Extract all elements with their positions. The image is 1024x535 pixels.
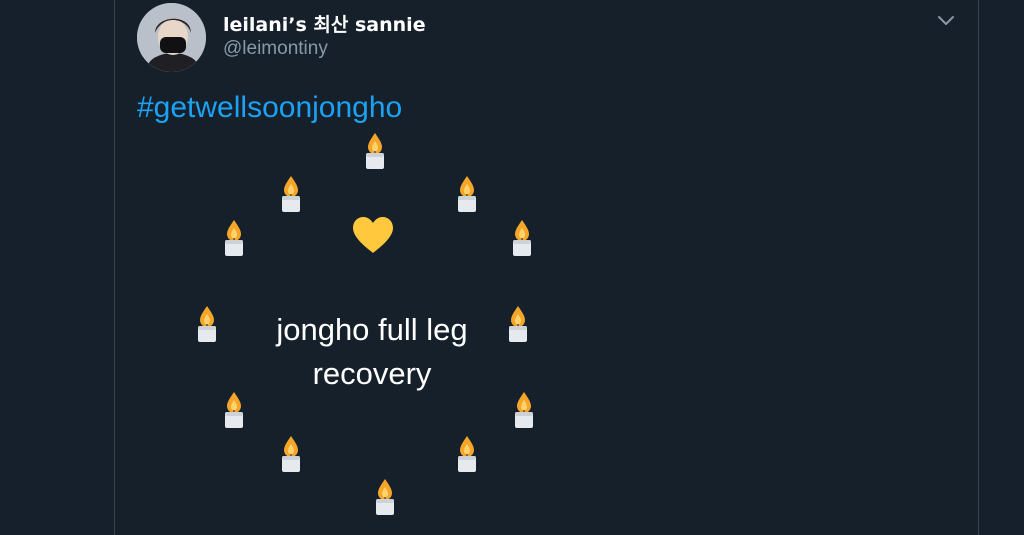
avatar-image [137, 3, 206, 72]
message-line: jongho full leg [276, 312, 468, 347]
author-handle[interactable]: @leimontiny [223, 38, 328, 60]
candle-icon [454, 435, 480, 473]
candle-icon [278, 435, 304, 473]
author-name[interactable]: leilani’s 최산 sannie [223, 10, 426, 37]
hashtag-link[interactable]: #getwellsoonjongho [137, 91, 402, 125]
candle-icon [454, 175, 480, 213]
candle-icon [221, 391, 247, 429]
candle-icon [505, 305, 531, 343]
candle-icon [362, 132, 388, 170]
yellow-heart-icon [353, 217, 393, 253]
candle-icon [194, 305, 220, 343]
candle-icon [511, 391, 537, 429]
tweet-message: jongho full leg recovery [247, 308, 497, 396]
message-line: recovery [312, 356, 432, 391]
candle-icon [278, 175, 304, 213]
candle-icon [372, 478, 398, 516]
tweet-card[interactable]: leilani’s 최산 sannie @leimontiny #getwell… [114, 0, 979, 535]
chevron-down-icon[interactable] [935, 12, 957, 28]
avatar[interactable] [137, 3, 206, 72]
candle-icon [509, 219, 535, 257]
page: leilani’s 최산 sannie @leimontiny #getwell… [0, 0, 1024, 535]
candle-icon [221, 219, 247, 257]
